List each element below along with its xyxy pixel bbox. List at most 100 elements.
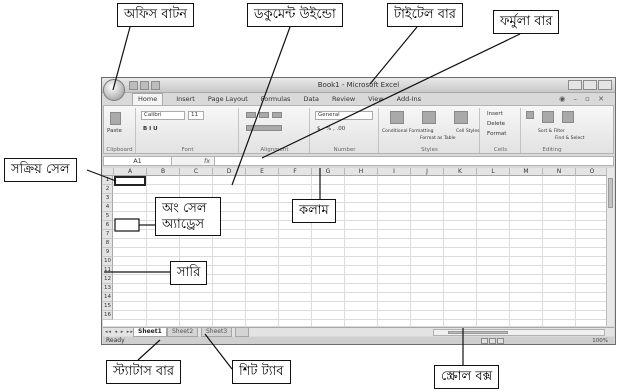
row-header-4[interactable]: 4 [103, 203, 113, 212]
find-select-label[interactable]: Find & Select [555, 136, 584, 141]
title-bar-pointer [369, 26, 418, 85]
column-header-o[interactable]: O [576, 168, 606, 176]
alignment-label: Alignment [260, 147, 289, 153]
active-cell[interactable] [114, 176, 146, 186]
page-layout-view-button[interactable] [489, 338, 496, 344]
clipboard-label: Clipboard [106, 147, 133, 153]
conditional-formatting-label[interactable]: Conditional Formatting [382, 129, 434, 134]
normal-view-button[interactable] [481, 338, 488, 344]
conditional-formatting-icon[interactable] [390, 111, 404, 124]
cell-styles-icon[interactable] [454, 111, 468, 124]
select-all-corner[interactable] [103, 168, 114, 176]
horizontal-scrollbar[interactable] [433, 329, 605, 336]
column-header-d[interactable]: D [213, 168, 246, 176]
tab-insert[interactable]: Insert [176, 95, 195, 105]
paste-label[interactable]: Paste [107, 128, 122, 134]
column-header-e[interactable]: E [246, 168, 279, 176]
help-controls[interactable]: ◉ – ▫ ✕ [559, 95, 607, 103]
sort-filter-label[interactable]: Sort & Filter [538, 129, 565, 134]
column-gridline [278, 176, 279, 326]
sheet-tab-2[interactable]: Sheet2 [167, 328, 199, 337]
column-header-j[interactable]: J [411, 168, 444, 176]
fx-icon[interactable]: fx [204, 157, 210, 165]
vertical-scrollbar[interactable] [606, 168, 614, 326]
row-header-9[interactable]: 9 [103, 248, 113, 257]
sheet-tab-3[interactable]: Sheet3 [201, 328, 233, 337]
row-header-3[interactable]: 3 [103, 194, 113, 203]
number-symbols[interactable]: $ - % , .00 [317, 126, 345, 132]
format-button[interactable]: Format [487, 131, 506, 137]
align-right-icon[interactable] [272, 112, 282, 118]
sheet-tab-callout: শিট ট্যাব [232, 360, 291, 384]
wrap-text-icon[interactable] [246, 125, 282, 131]
close-button[interactable] [598, 80, 612, 90]
cell-styles-label[interactable]: Cell Styles [456, 129, 480, 134]
row-header-13[interactable]: 13 [103, 284, 113, 293]
row-header-5[interactable]: 5 [103, 212, 113, 221]
row-header-12[interactable]: 12 [103, 275, 113, 284]
tab-page-layout[interactable]: Page Layout [208, 95, 248, 105]
vertical-scroll-box[interactable] [608, 178, 613, 208]
scroll-box-callout: স্ক্রোল বক্স [434, 365, 500, 389]
sheet-nav-buttons[interactable]: ◂◂ ◂ ▸ ▸▸ [105, 329, 134, 335]
formula-input[interactable] [214, 157, 613, 165]
column-gridline [509, 176, 510, 326]
status-text: Ready [106, 337, 125, 344]
row-header-7[interactable]: 7 [103, 230, 113, 239]
paste-icon[interactable] [110, 112, 121, 125]
column-header-c[interactable]: C [180, 168, 213, 176]
tab-data[interactable]: Data [303, 95, 319, 105]
minimize-button[interactable] [568, 80, 582, 90]
column-header-l[interactable]: L [477, 168, 510, 176]
sheet-tab-1[interactable]: Sheet1 [133, 328, 167, 337]
autosum-icon[interactable] [526, 111, 534, 119]
horizontal-scroll-box[interactable] [448, 331, 508, 334]
tab-home[interactable]: Home [132, 93, 164, 105]
sort-filter-icon[interactable] [542, 111, 554, 123]
font-size-value: 11 [191, 112, 198, 118]
row-header-11[interactable]: 11 [103, 266, 113, 275]
tab-add-ins[interactable]: Add-Ins [397, 95, 421, 105]
name-box[interactable]: A1 [104, 157, 172, 165]
row-header-15[interactable]: 15 [103, 302, 113, 311]
tab-view[interactable]: View [368, 95, 383, 105]
row-header-8[interactable]: 8 [103, 239, 113, 248]
column-header-k[interactable]: K [444, 168, 477, 176]
row-header-2[interactable]: 2 [103, 185, 113, 194]
office-button[interactable] [103, 79, 125, 101]
row-header-16[interactable]: 16 [103, 311, 113, 320]
format-as-table-label[interactable]: Format as Table [420, 136, 455, 141]
column-header-a[interactable]: A [114, 168, 147, 176]
tab-review[interactable]: Review [332, 95, 355, 105]
column-header-g[interactable]: G [312, 168, 345, 176]
insert-sheet-tab[interactable] [235, 328, 249, 337]
tab-formulas[interactable]: Formulas [261, 95, 291, 105]
column-gridline [476, 176, 477, 326]
column-header-i[interactable]: I [378, 168, 411, 176]
column-header-h[interactable]: H [345, 168, 378, 176]
format-as-table-icon[interactable] [422, 111, 436, 124]
row-header-14[interactable]: 14 [103, 293, 113, 302]
format-buttons[interactable]: B I U [143, 126, 158, 132]
align-center-icon[interactable] [259, 112, 269, 118]
row-header-10[interactable]: 10 [103, 257, 113, 266]
column-header-n[interactable]: N [543, 168, 576, 176]
row-header-6[interactable]: 6 [103, 221, 113, 230]
font-label: Font [181, 147, 194, 153]
find-select-icon[interactable] [562, 111, 574, 123]
zoom-level[interactable]: 100% [592, 337, 608, 344]
worksheet-grid[interactable]: ABCDEFGHIJKLMNO 1 2 3 4 5 6 7 8 9 10 11 12 13 14 15 16 [103, 168, 606, 326]
formula-bar-callout: ফর্মুলা বার [493, 10, 560, 34]
delete-button[interactable]: Delete [487, 121, 505, 127]
column-header-b[interactable]: B [147, 168, 180, 176]
column-header-f[interactable]: F [279, 168, 312, 176]
column-header-m[interactable]: M [510, 168, 543, 176]
ribbon: Paste Clipboard Calibri 11 B I U Font Al… [103, 105, 614, 154]
align-left-icon[interactable] [246, 112, 256, 118]
maximize-button[interactable] [583, 80, 597, 90]
insert-button[interactable]: Insert [487, 111, 503, 117]
row-gridline [113, 301, 606, 302]
page-break-view-button[interactable] [497, 338, 504, 344]
row-header-1[interactable]: 1 [103, 176, 113, 185]
styles-group: Conditional Formatting Format as Table C… [380, 108, 480, 153]
